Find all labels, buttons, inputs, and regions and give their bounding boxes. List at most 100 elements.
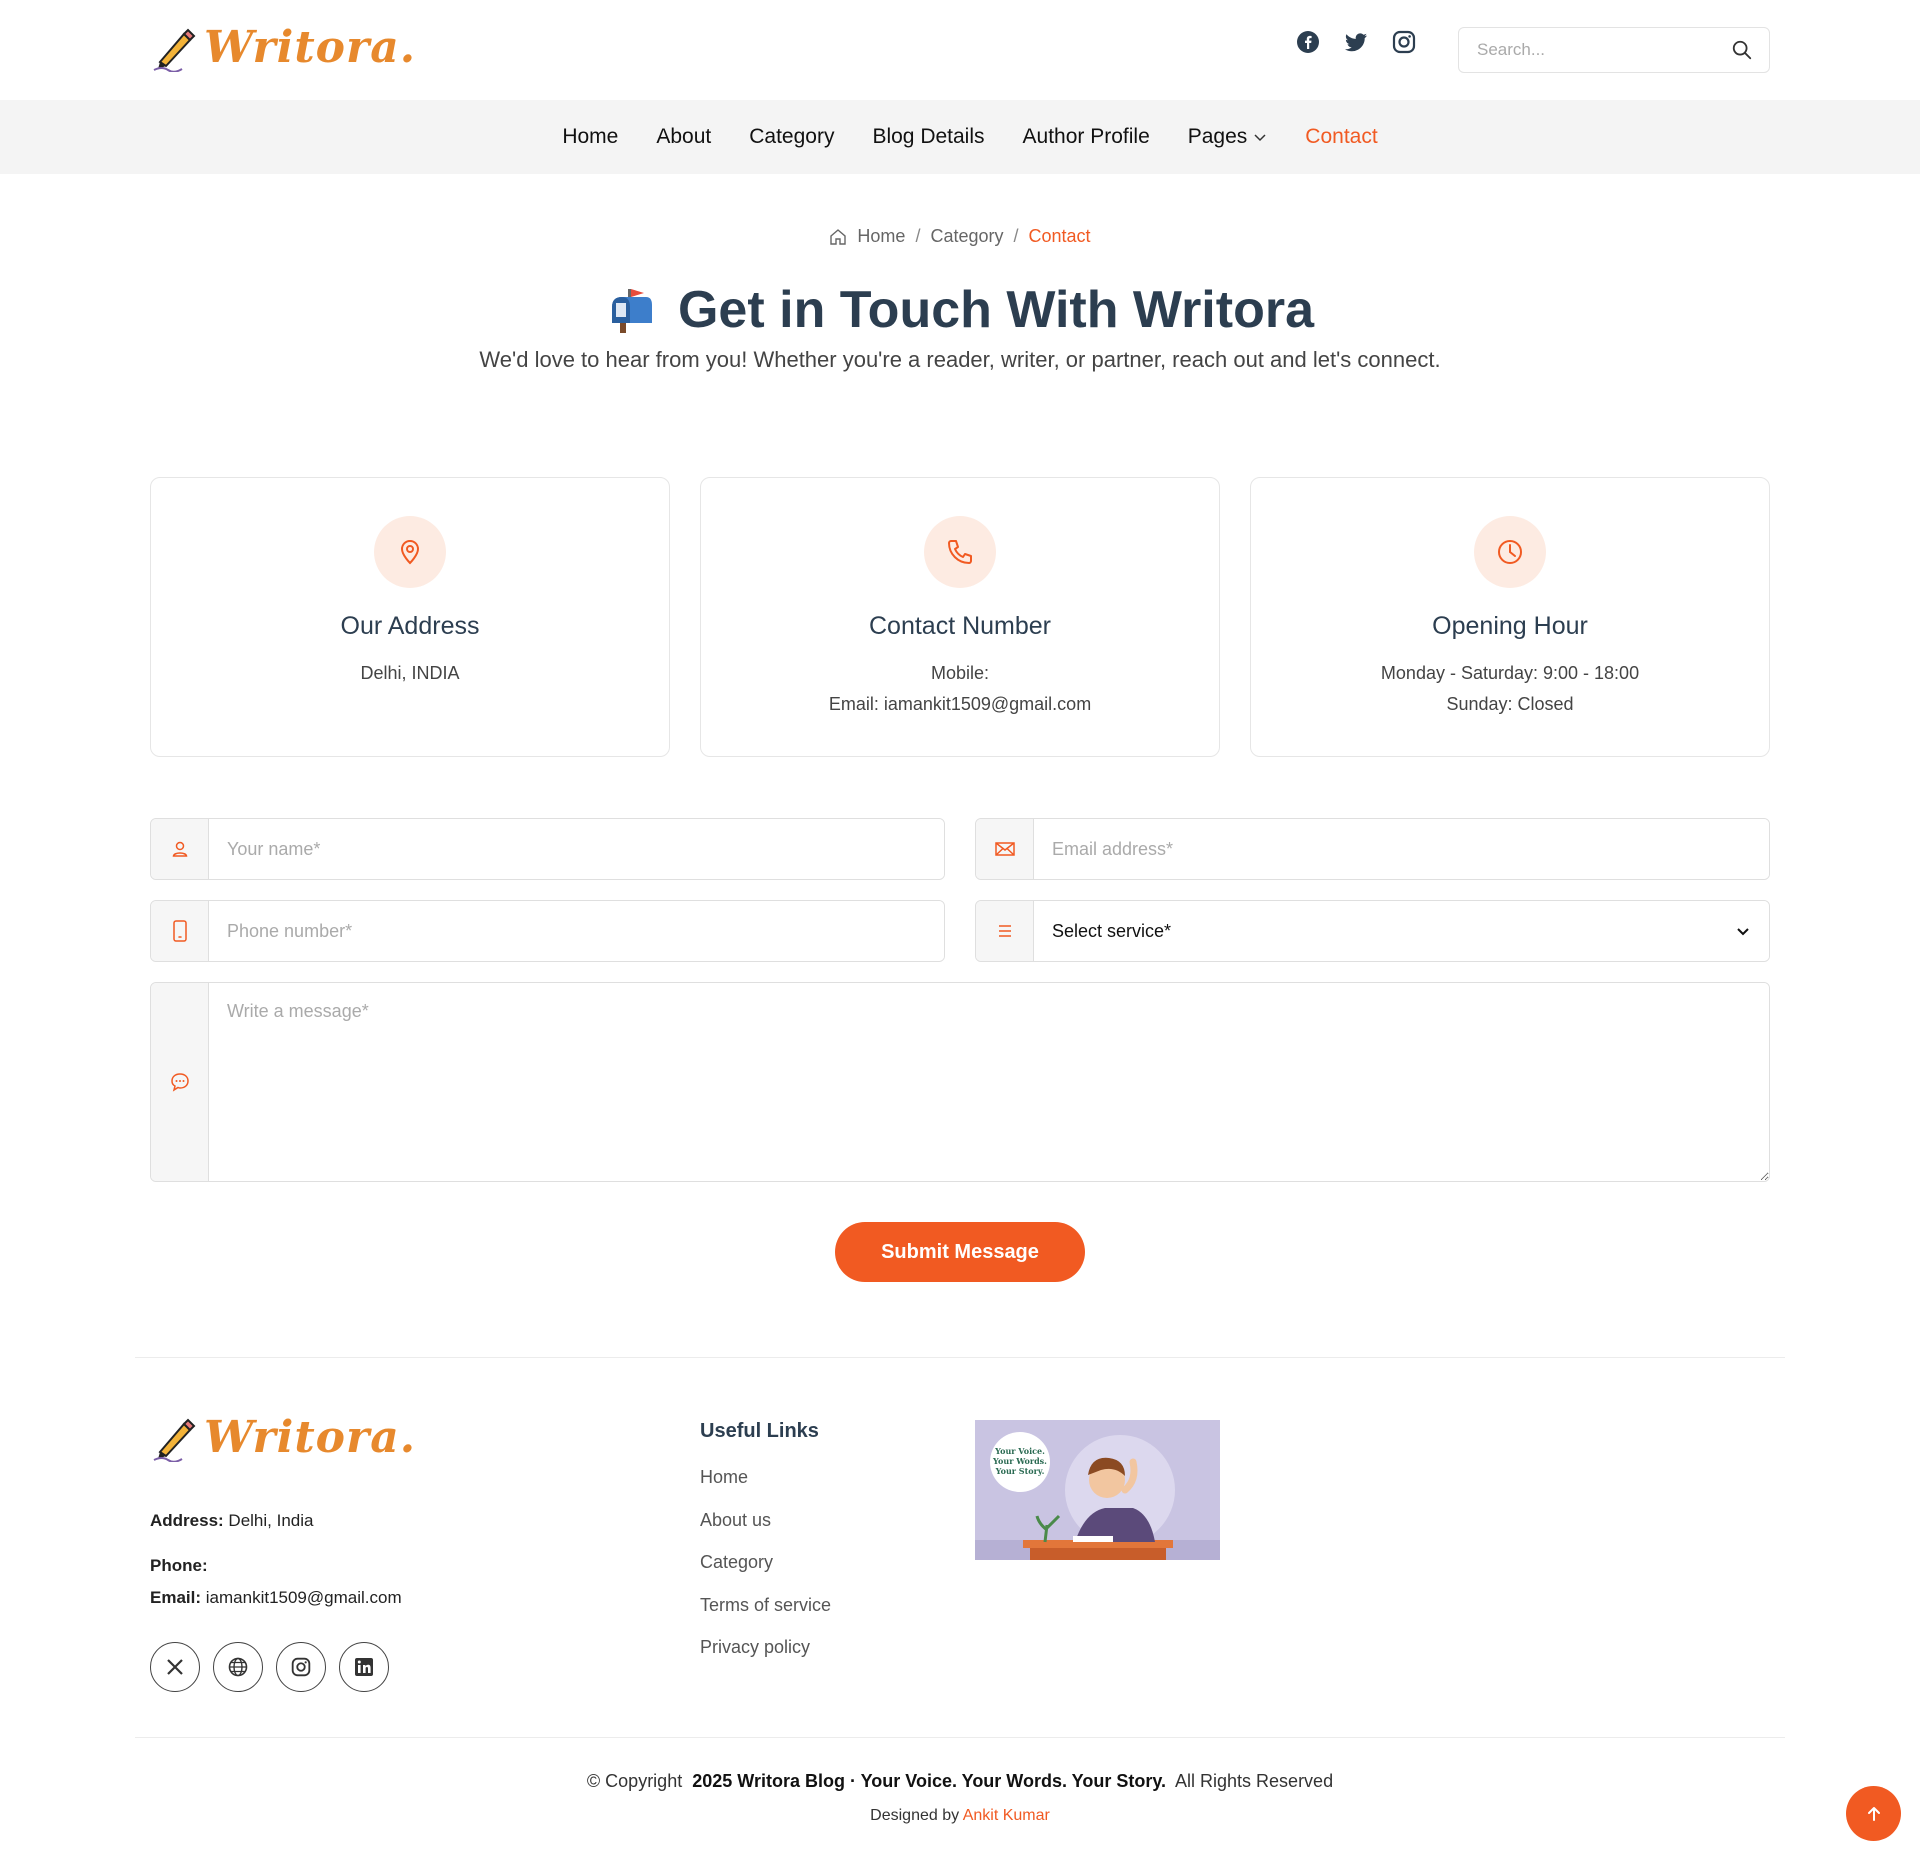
x-twitter-icon[interactable] <box>150 1642 200 1692</box>
mobile-line: Mobile: <box>930 663 990 683</box>
footer-phone-label: Phone: <box>150 1556 208 1575</box>
user-icon <box>172 841 187 857</box>
nav-item-about[interactable]: About <box>656 125 711 149</box>
card-icon-circle <box>374 516 446 588</box>
address-value: Delhi, INDIA <box>360 663 460 683</box>
footer-phone: Phone: <box>150 1556 208 1576</box>
page-title-row: Get in Touch With Writora <box>0 280 1920 340</box>
message-field <box>150 982 1770 1182</box>
breadcrumb-separator: / <box>915 226 921 246</box>
footer-link-category[interactable]: Category <box>700 1552 831 1595</box>
twitter-icon[interactable] <box>1344 30 1368 54</box>
footer-link-terms-of-service[interactable]: Terms of service <box>700 1595 831 1638</box>
mobile-phone-icon <box>172 920 187 942</box>
clock-icon <box>1498 540 1522 564</box>
nav-item-pages[interactable]: Pages <box>1188 125 1268 149</box>
nav-item-home[interactable]: Home <box>562 125 618 149</box>
service-select[interactable]: Select service* <box>1034 901 1769 961</box>
breadcrumb-category[interactable]: Category <box>930 226 1003 247</box>
page-title: Get in Touch With Writora <box>677 281 1314 339</box>
copyright-site: 2025 Writora Blog · Your Voice. Your Wor… <box>692 1771 1166 1791</box>
home-icon <box>830 228 847 245</box>
chat-bubble-icon <box>170 1073 189 1092</box>
weekday-hours: Monday - Saturday: 9:00 - 18:00 <box>1380 663 1640 683</box>
nav-item-author-profile[interactable]: Author Profile <box>1023 125 1150 149</box>
contact-info-cards: Our Address Delhi, INDIA Contact Number … <box>150 477 1770 757</box>
service-field: Select service* <box>975 900 1770 962</box>
page-subtitle: We'd love to hear from you! Whether you'… <box>479 347 1441 372</box>
envelope-icon <box>994 842 1015 856</box>
submit-message-button[interactable]: Submit Message <box>835 1222 1085 1282</box>
footer-bottom-divider <box>135 1737 1785 1738</box>
breadcrumb-home[interactable]: Home <box>857 226 905 247</box>
message-textarea[interactable] <box>209 983 1769 1181</box>
brand-logo[interactable]: Writora. <box>150 22 416 73</box>
footer-address-label: Address: <box>150 1511 224 1530</box>
footer-email-label: Email: <box>150 1588 202 1607</box>
footer-link-home[interactable]: Home <box>700 1467 831 1510</box>
phone-input[interactable] <box>209 901 944 961</box>
footer-image-text-3: Your Story. <box>995 1466 1045 1476</box>
footer-email-value: iamankit1509@gmail.com <box>205 1588 402 1607</box>
breadcrumb: Home / Category / Contact <box>0 226 1920 247</box>
footer-image-text-2: Your Words. <box>992 1456 1047 1466</box>
card-title: Our Address <box>340 612 480 640</box>
contact-number-card: Contact Number Mobile: Email: iamankit15… <box>700 477 1220 757</box>
globe-icon[interactable] <box>213 1642 263 1692</box>
nav-item-blog-details[interactable]: Blog Details <box>872 125 984 149</box>
footer-link-privacy-policy[interactable]: Privacy policy <box>700 1637 831 1680</box>
nav-item-category[interactable]: Category <box>749 125 834 149</box>
footer-brand-name: Writora. <box>204 1412 417 1463</box>
list-icon <box>998 925 1011 937</box>
copyright-suffix: All Rights Reserved <box>1175 1771 1334 1791</box>
footer-link-about-us[interactable]: About us <box>700 1510 831 1553</box>
instagram-icon[interactable] <box>276 1642 326 1692</box>
footer-address: Address: Delhi, India <box>150 1511 313 1531</box>
card-icon-circle <box>1474 516 1546 588</box>
email-input[interactable] <box>1034 819 1769 879</box>
chevron-down-icon <box>1254 134 1266 142</box>
breadcrumb-separator: / <box>1013 226 1019 246</box>
nav-item-contact[interactable]: Contact <box>1305 125 1377 149</box>
message-field-addon <box>151 983 209 1181</box>
email-field-addon <box>976 819 1034 879</box>
service-field-addon <box>976 901 1034 961</box>
card-title: Opening Hour <box>1432 612 1588 640</box>
phone-field-addon <box>151 901 209 961</box>
location-pin-icon <box>400 539 420 565</box>
footer-image-text-1: Your Voice. <box>994 1446 1045 1456</box>
header-social-links <box>1296 30 1416 54</box>
main-navigation: Home About Category Blog Details Author … <box>0 100 1920 174</box>
designed-by: Designed by Ankit Kumar <box>0 1807 1920 1825</box>
service-select-value: Select service* <box>1052 920 1172 941</box>
mailbox-icon <box>611 289 652 333</box>
name-input[interactable] <box>209 819 944 879</box>
footer-address-value: Delhi, India <box>228 1511 314 1530</box>
pencil-icon <box>153 28 196 72</box>
footer-logo[interactable]: Writora. <box>150 1412 416 1463</box>
search-input[interactable] <box>1459 28 1719 72</box>
copyright: © Copyright 2025 Writora Blog · Your Voi… <box>0 1771 1920 1792</box>
opening-hour-card: Opening Hour Monday - Saturday: 9:00 - 1… <box>1250 477 1770 757</box>
linkedin-icon[interactable] <box>339 1642 389 1692</box>
designed-by-prefix: Designed by <box>870 1807 960 1824</box>
search-icon[interactable] <box>1731 39 1753 61</box>
scroll-to-top-button[interactable] <box>1846 1786 1901 1841</box>
footer-social-links <box>150 1642 389 1692</box>
designer-link[interactable]: Ankit Kumar <box>963 1807 1050 1824</box>
email-field <box>975 818 1770 880</box>
nav-item-pages-label: Pages <box>1187 125 1248 148</box>
pencil-icon <box>153 1418 196 1462</box>
instagram-icon[interactable] <box>1392 30 1416 54</box>
useful-links-title: Useful Links <box>700 1420 819 1442</box>
brand-name: Writora. <box>204 22 417 73</box>
card-icon-circle <box>924 516 996 588</box>
phone-field <box>150 900 945 962</box>
phone-icon <box>948 540 972 564</box>
name-field <box>150 818 945 880</box>
footer-illustration: Your Voice. Your Words. Your Story. <box>975 1420 1220 1560</box>
breadcrumb-current: Contact <box>1028 226 1091 246</box>
footer-divider <box>135 1357 1785 1358</box>
site-header: Writora. <box>0 0 1920 100</box>
facebook-icon[interactable] <box>1296 30 1320 54</box>
